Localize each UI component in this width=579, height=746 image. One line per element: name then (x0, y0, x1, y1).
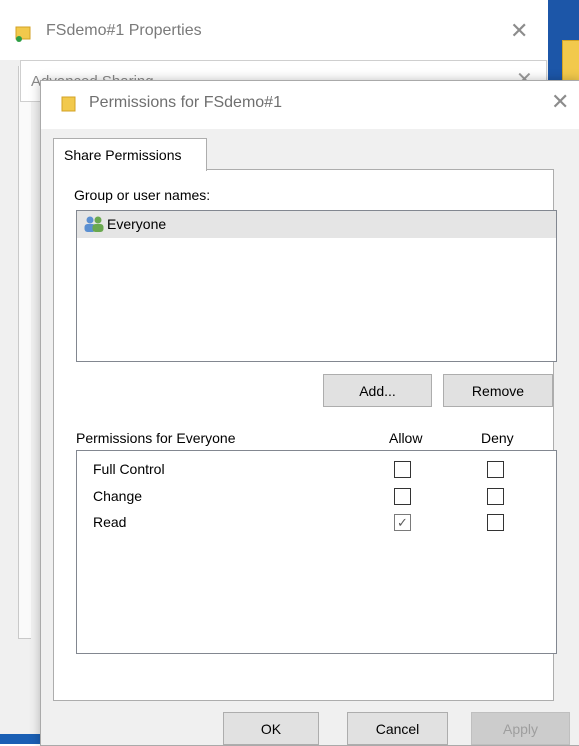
deny-change-checkbox[interactable] (487, 488, 504, 505)
properties-close-icon[interactable]: ✕ (510, 18, 528, 44)
allow-column-header: Allow (389, 430, 423, 446)
apply-button[interactable]: Apply (471, 712, 570, 745)
deny-read-checkbox[interactable] (487, 514, 504, 531)
allow-change-checkbox[interactable] (394, 488, 411, 505)
properties-tab-panel (18, 66, 31, 639)
allow-read-checkbox[interactable]: ✓ (394, 514, 411, 531)
folder-icon (61, 96, 76, 112)
folder-share-icon (15, 26, 31, 42)
permission-name-full-control: Full Control (93, 461, 165, 477)
tab-share-permissions[interactable]: Share Permissions (53, 138, 207, 171)
users-icon (84, 216, 104, 232)
tab-share-permissions-label: Share Permissions (64, 147, 182, 163)
taskbar-edge (0, 734, 40, 744)
permissions-for-label: Permissions for Everyone (76, 430, 236, 446)
user-name-everyone: Everyone (107, 216, 167, 232)
group-or-user-names-label: Group or user names: (74, 187, 211, 203)
permissions-title: Permissions for FSdemo#1 (89, 94, 282, 111)
permissions-close-icon[interactable]: ✕ (551, 89, 569, 115)
permissions-list: Full Control Change Read ✓ (76, 450, 557, 654)
properties-title: FSdemo#1 Properties (46, 22, 202, 39)
ok-button[interactable]: OK (223, 712, 319, 745)
list-item-everyone[interactable]: Everyone (77, 211, 556, 238)
user-listbox[interactable]: Everyone (76, 210, 557, 362)
deny-column-header: Deny (481, 430, 514, 446)
cancel-button[interactable]: Cancel (347, 712, 448, 745)
share-permissions-panel: Group or user names: Everyone Add... Rem… (53, 169, 557, 701)
permissions-dialog: Permissions for FSdemo#1 ✕ Share Permiss… (40, 80, 579, 746)
allow-full-control-checkbox[interactable] (394, 461, 411, 478)
deny-full-control-checkbox[interactable] (487, 461, 504, 478)
remove-button[interactable]: Remove (443, 374, 553, 407)
permission-name-change: Change (93, 488, 143, 504)
permission-name-read: Read (93, 514, 127, 530)
add-button[interactable]: Add... (323, 374, 432, 407)
